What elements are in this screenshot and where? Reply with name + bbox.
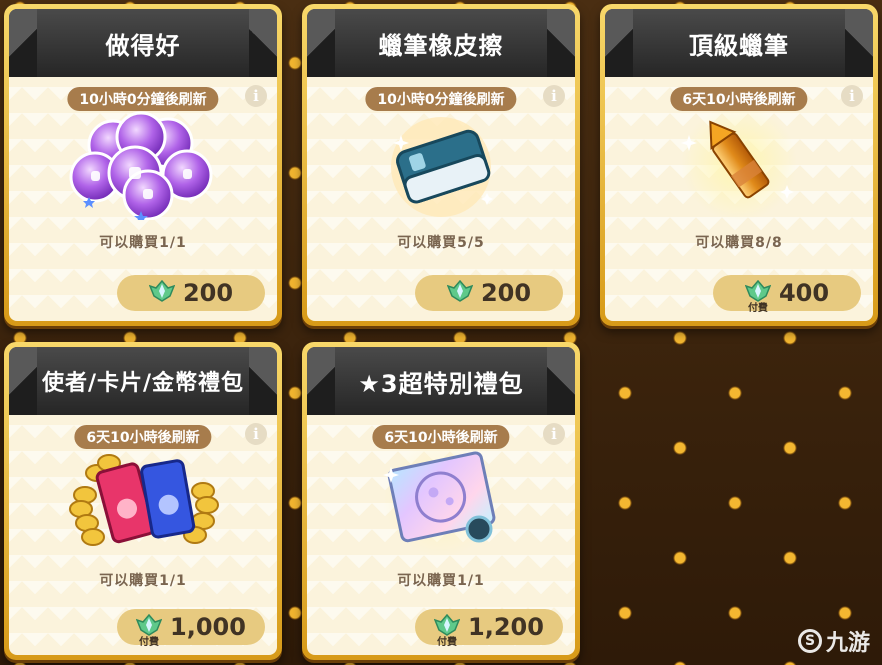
- purchase-limit: 可以購買1/1: [99, 573, 187, 589]
- buy-button[interactable]: 付費 1,000: [117, 609, 265, 648]
- price-value: 200: [182, 279, 234, 307]
- purchase-limit: 可以購買8/8: [695, 235, 783, 251]
- gem-currency-icon: [148, 280, 175, 306]
- info-icon[interactable]: i: [543, 85, 565, 107]
- paid-tag: 付費: [747, 303, 768, 314]
- special-card-icon: [383, 443, 499, 557]
- refresh-timer: 6天10小時後刷新: [74, 425, 212, 449]
- watermark-s-icon: S: [797, 629, 822, 653]
- golden-crayon-icon: [681, 105, 797, 220]
- purchase-limit: 可以購買1/1: [99, 235, 187, 251]
- refresh-timer: 10小時0分鐘後刷新: [365, 87, 517, 111]
- card-title: 使者/卡片/金幣禮包: [9, 347, 277, 415]
- tickets-and-coins-icon: [69, 454, 219, 546]
- shop-card-3star-special-pack[interactable]: ★3超特別禮包 6天10小時後刷新 i 可以購買1/1 付費 1,200: [302, 342, 580, 660]
- shop-card-premium-crayon[interactable]: 頂級蠟筆 6天10小時後刷新 i 可以購買8/8 付費 400: [600, 4, 878, 326]
- buy-button[interactable]: 付費 400: [713, 275, 861, 314]
- thumbs-up-medals-icon: [69, 111, 213, 220]
- gem-currency-icon: 付費: [434, 614, 461, 648]
- info-icon[interactable]: i: [245, 85, 267, 107]
- gem-currency-icon: 付費: [744, 280, 771, 314]
- purchase-limit: 可以購買5/5: [397, 235, 485, 251]
- card-title: 蠟筆橡皮擦: [307, 9, 575, 77]
- refresh-timer: 6天10小時後刷新: [372, 425, 510, 449]
- purchase-limit: 可以購買1/1: [397, 573, 485, 589]
- gem-currency-icon: 付費: [136, 614, 163, 648]
- shop-card-well-done[interactable]: 做得好 10小時0分鐘後刷新 i 可以購買1/1 200: [4, 4, 282, 326]
- info-icon[interactable]: i: [841, 85, 863, 107]
- eraser-icon: [391, 117, 493, 217]
- refresh-timer: 10小時0分鐘後刷新: [67, 87, 219, 111]
- shop-card-crayon-eraser[interactable]: 蠟筆橡皮擦 10小時0分鐘後刷新 i 可以購買5/5 200: [302, 4, 580, 326]
- card-title: 頂級蠟筆: [605, 9, 873, 77]
- price-value: 200: [480, 279, 532, 307]
- buy-button[interactable]: 200: [117, 275, 265, 311]
- price-value: 1,000: [170, 613, 246, 641]
- card-title: 做得好: [9, 9, 277, 77]
- watermark-text: 九游: [825, 631, 870, 656]
- buy-button[interactable]: 付費 1,200: [415, 609, 563, 648]
- paid-tag: 付費: [139, 637, 160, 648]
- price-value: 400: [778, 279, 830, 307]
- gem-currency-icon: [446, 280, 473, 306]
- price-value: 1,200: [468, 613, 544, 641]
- info-icon[interactable]: i: [245, 423, 267, 445]
- shop-card-envoy-card-coin-pack[interactable]: 使者/卡片/金幣禮包 6天10小時後刷新 i 可以購買1/1 付費 1,000: [4, 342, 282, 660]
- buy-button[interactable]: 200: [415, 275, 563, 311]
- watermark-logo: S 九游: [797, 625, 870, 657]
- card-title: ★3超特別禮包: [307, 347, 575, 415]
- paid-tag: 付費: [437, 637, 458, 648]
- info-icon[interactable]: i: [543, 423, 565, 445]
- refresh-timer: 6天10小時後刷新: [670, 87, 808, 111]
